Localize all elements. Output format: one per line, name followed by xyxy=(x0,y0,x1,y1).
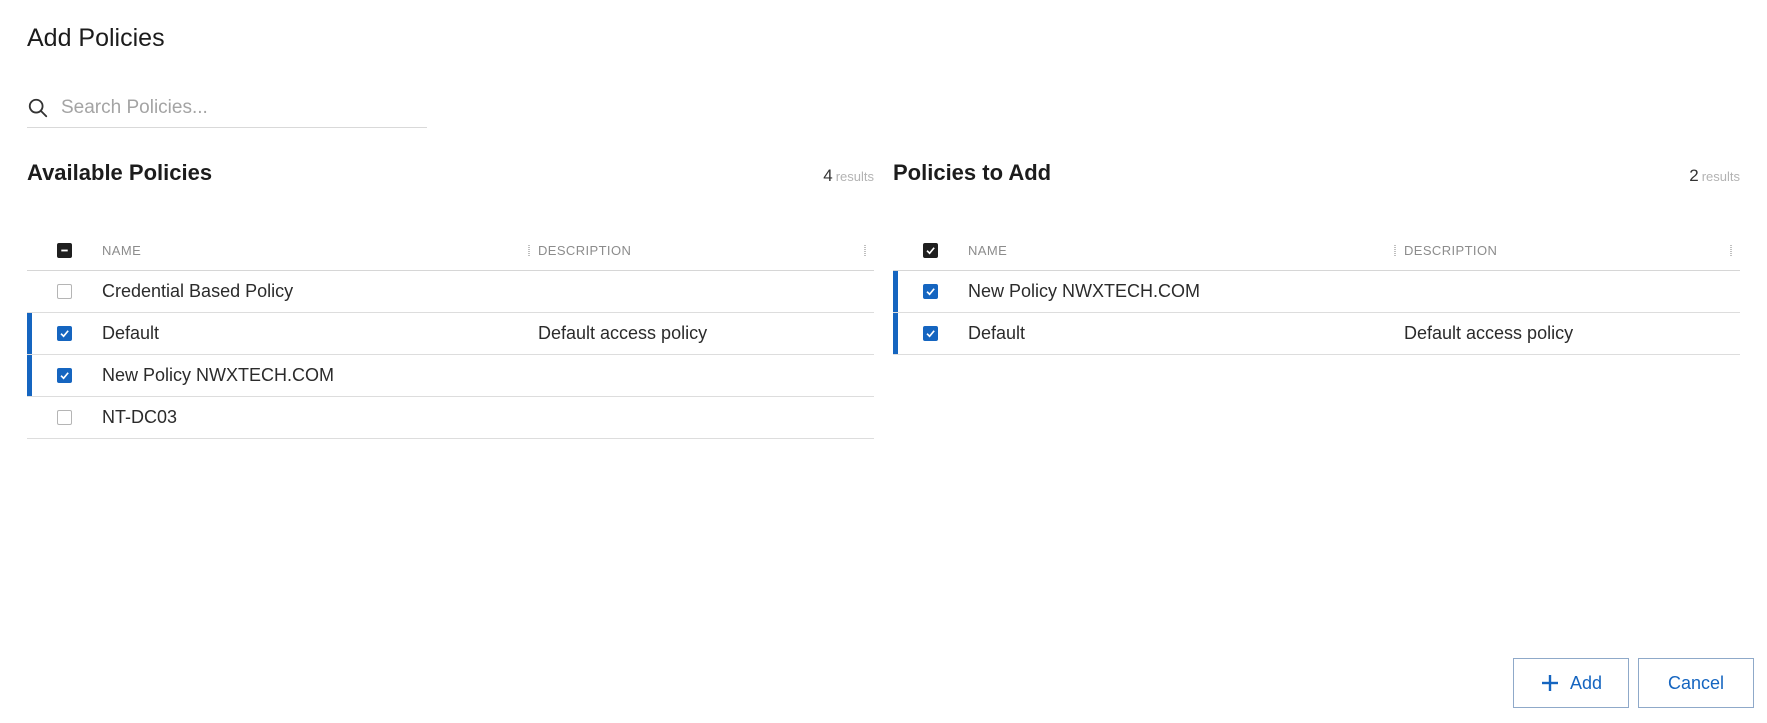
available-policies-title: Available Policies xyxy=(27,160,213,185)
search-bar xyxy=(27,88,427,128)
plus-icon xyxy=(1541,675,1558,691)
add-button-label: Add xyxy=(1569,672,1603,693)
policies-to-add-table: NAME DESCRIPTION New Policy NWXTECH.COM D… xyxy=(893,230,1740,355)
available-results-count: 4 results xyxy=(823,166,874,186)
table-header: NAME DESCRIPTION xyxy=(893,230,1740,271)
search-input[interactable] xyxy=(61,96,401,119)
cancel-button[interactable]: Cancel xyxy=(1638,658,1754,708)
policy-name: Default xyxy=(102,323,160,343)
column-header-name-label: NAME xyxy=(968,242,1008,258)
add-button[interactable]: Add xyxy=(1513,658,1629,708)
dialog-title: Add Policies xyxy=(27,24,165,52)
row-checkbox[interactable] xyxy=(57,410,72,425)
column-resize-handle[interactable] xyxy=(528,245,530,256)
row-checkbox[interactable] xyxy=(923,326,938,341)
cancel-button-label: Cancel xyxy=(1667,672,1725,693)
check-icon xyxy=(926,246,935,254)
available-policies-table: NAME DESCRIPTION Credential Based Policy… xyxy=(27,230,874,439)
column-header-name[interactable]: NAME xyxy=(102,230,538,270)
row-checkbox[interactable] xyxy=(57,368,72,383)
available-policies-panel: Available Policies 4 results NAME DESCRIP… xyxy=(27,160,874,439)
check-icon xyxy=(926,330,935,338)
search-icon xyxy=(28,98,48,117)
check-icon xyxy=(60,372,69,380)
policies-to-add-panel: Policies to Add 2 results NAME DESCRIPTIO… xyxy=(893,160,1740,355)
column-header-name[interactable]: NAME xyxy=(968,230,1404,270)
indeterminate-icon xyxy=(61,249,68,251)
row-checkbox[interactable] xyxy=(57,326,72,341)
available-count-suffix: results xyxy=(835,169,874,184)
row-checkbox[interactable] xyxy=(923,284,938,299)
table-header: NAME DESCRIPTION xyxy=(27,230,874,271)
table-row[interactable]: Default Default access policy xyxy=(27,313,874,355)
to-add-results-count: 2 results xyxy=(1689,166,1740,186)
select-all-checkbox[interactable] xyxy=(923,242,938,258)
table-row[interactable]: NT-DC03 xyxy=(27,397,874,439)
column-resize-handle[interactable] xyxy=(864,245,866,256)
policy-name: Credential Based Policy xyxy=(102,281,294,301)
policy-name: Default xyxy=(968,323,1026,343)
policy-description: Default access policy xyxy=(1404,323,1574,343)
table-row[interactable]: New Policy NWXTECH.COM xyxy=(27,355,874,397)
check-icon xyxy=(926,288,935,296)
table-row[interactable]: New Policy NWXTECH.COM xyxy=(893,271,1740,313)
column-resize-handle[interactable] xyxy=(1394,245,1396,256)
check-icon xyxy=(60,330,69,338)
row-checkbox[interactable] xyxy=(57,284,72,299)
select-all-checkbox[interactable] xyxy=(57,242,72,258)
column-header-description[interactable]: DESCRIPTION xyxy=(1404,230,1740,270)
policy-name: New Policy NWXTECH.COM xyxy=(968,281,1201,301)
column-resize-handle[interactable] xyxy=(1730,245,1732,256)
to-add-count-suffix: results xyxy=(1701,169,1740,184)
table-row[interactable]: Credential Based Policy xyxy=(27,271,874,313)
column-header-description-label: DESCRIPTION xyxy=(1404,242,1498,258)
column-header-name-label: NAME xyxy=(102,242,142,258)
policy-name: New Policy NWXTECH.COM xyxy=(102,365,335,385)
policy-name: NT-DC03 xyxy=(102,407,178,427)
to-add-count-number: 2 xyxy=(1689,166,1699,185)
policies-to-add-title: Policies to Add xyxy=(893,160,1052,185)
column-header-description[interactable]: DESCRIPTION xyxy=(538,230,874,270)
table-row[interactable]: Default Default access policy xyxy=(893,313,1740,355)
column-header-description-label: DESCRIPTION xyxy=(538,242,632,258)
available-count-number: 4 xyxy=(823,166,833,185)
policy-description: Default access policy xyxy=(538,323,708,343)
